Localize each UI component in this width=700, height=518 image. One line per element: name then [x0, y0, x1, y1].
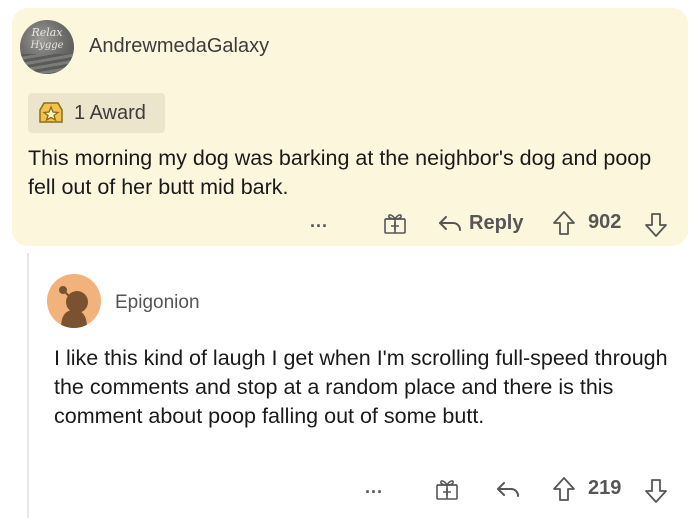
- comment-body: This morning my dog was barking at the n…: [28, 146, 652, 199]
- award-badge[interactable]: 1 Award: [28, 93, 165, 133]
- upvote-arrow-icon: [553, 211, 575, 235]
- award-star-icon: [39, 102, 63, 123]
- comment-username[interactable]: Epigonion: [115, 292, 200, 314]
- avatar-text-hygge: Hygge: [30, 40, 64, 51]
- gift-icon[interactable]: [383, 211, 407, 235]
- award-label: 1 Award: [74, 102, 146, 124]
- avatar-text-relax: Relax: [31, 26, 63, 39]
- downvote-button[interactable]: [644, 478, 668, 504]
- upvote-button[interactable]: [552, 210, 576, 236]
- thread-line[interactable]: [27, 253, 29, 518]
- reply-label: Reply: [469, 211, 524, 234]
- reply-arrow-icon: [439, 216, 461, 231]
- downvote-button[interactable]: [644, 212, 668, 238]
- downvote-arrow-icon: [645, 479, 667, 503]
- reply-button[interactable]: [495, 477, 521, 501]
- vote-count: 219: [588, 477, 622, 499]
- more-options-button[interactable]: ...: [310, 211, 328, 232]
- avatar-texture: [20, 54, 74, 74]
- upvote-button[interactable]: [552, 476, 576, 502]
- avatar[interactable]: [47, 274, 101, 328]
- upvote-arrow-icon: [553, 477, 575, 501]
- comment-username[interactable]: AndrewmedaGalaxy: [89, 35, 269, 58]
- vote-count: 902: [588, 211, 622, 233]
- comment-body: I like this kind of laugh I get when I'm…: [54, 346, 668, 428]
- avatar[interactable]: Relax Hygge: [20, 20, 74, 74]
- downvote-arrow-icon: [645, 213, 667, 237]
- more-options-button[interactable]: ...: [365, 477, 383, 498]
- gift-icon[interactable]: [435, 477, 459, 501]
- reply-arrow-icon: [497, 482, 519, 497]
- reply-button[interactable]: Reply: [437, 211, 523, 235]
